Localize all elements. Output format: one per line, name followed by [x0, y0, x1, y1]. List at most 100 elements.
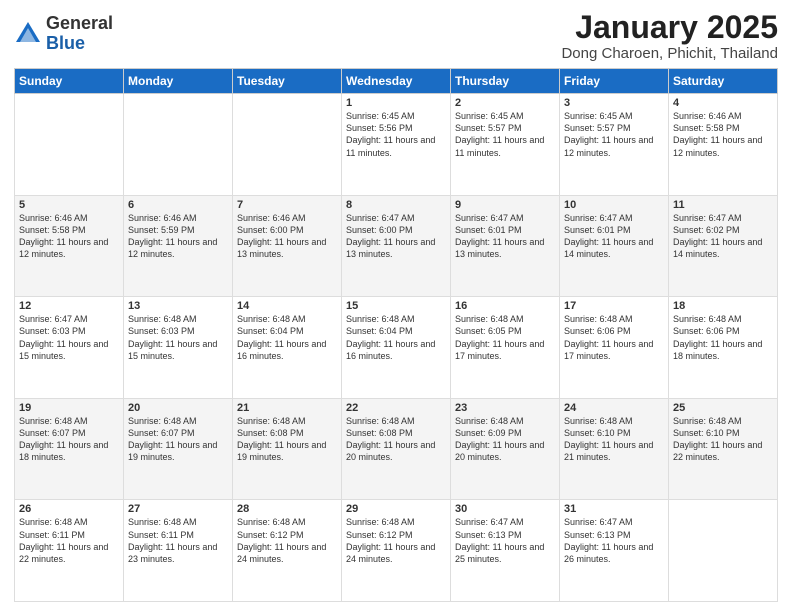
calendar-row: 12Sunrise: 6:47 AM Sunset: 6:03 PM Dayli… [15, 297, 778, 399]
calendar-cell: 17Sunrise: 6:48 AM Sunset: 6:06 PM Dayli… [560, 297, 669, 399]
calendar-cell: 21Sunrise: 6:48 AM Sunset: 6:08 PM Dayli… [233, 398, 342, 500]
day-info: Sunrise: 6:48 AM Sunset: 6:12 PM Dayligh… [237, 516, 337, 565]
day-info: Sunrise: 6:47 AM Sunset: 6:02 PM Dayligh… [673, 212, 773, 261]
day-info: Sunrise: 6:48 AM Sunset: 6:11 PM Dayligh… [19, 516, 119, 565]
calendar-cell: 6Sunrise: 6:46 AM Sunset: 5:59 PM Daylig… [124, 195, 233, 297]
col-monday: Monday [124, 69, 233, 94]
day-info: Sunrise: 6:48 AM Sunset: 6:08 PM Dayligh… [237, 415, 337, 464]
calendar-cell: 18Sunrise: 6:48 AM Sunset: 6:06 PM Dayli… [669, 297, 778, 399]
day-info: Sunrise: 6:48 AM Sunset: 6:04 PM Dayligh… [346, 313, 446, 362]
col-friday: Friday [560, 69, 669, 94]
day-info: Sunrise: 6:48 AM Sunset: 6:05 PM Dayligh… [455, 313, 555, 362]
day-number: 23 [455, 402, 555, 414]
day-info: Sunrise: 6:47 AM Sunset: 6:03 PM Dayligh… [19, 313, 119, 362]
logo-icon [14, 20, 42, 48]
day-info: Sunrise: 6:47 AM Sunset: 6:01 PM Dayligh… [564, 212, 664, 261]
day-info: Sunrise: 6:48 AM Sunset: 6:11 PM Dayligh… [128, 516, 228, 565]
day-number: 19 [19, 402, 119, 414]
day-info: Sunrise: 6:48 AM Sunset: 6:04 PM Dayligh… [237, 313, 337, 362]
day-info: Sunrise: 6:45 AM Sunset: 5:57 PM Dayligh… [455, 110, 555, 159]
day-info: Sunrise: 6:47 AM Sunset: 6:13 PM Dayligh… [564, 516, 664, 565]
day-number: 29 [346, 503, 446, 515]
calendar-row: 1Sunrise: 6:45 AM Sunset: 5:56 PM Daylig… [15, 94, 778, 196]
calendar-cell: 28Sunrise: 6:48 AM Sunset: 6:12 PM Dayli… [233, 500, 342, 602]
col-wednesday: Wednesday [342, 69, 451, 94]
logo: General Blue [14, 14, 113, 54]
col-sunday: Sunday [15, 69, 124, 94]
calendar-cell: 10Sunrise: 6:47 AM Sunset: 6:01 PM Dayli… [560, 195, 669, 297]
col-saturday: Saturday [669, 69, 778, 94]
day-number: 25 [673, 402, 773, 414]
day-number: 17 [564, 300, 664, 312]
calendar-cell: 7Sunrise: 6:46 AM Sunset: 6:00 PM Daylig… [233, 195, 342, 297]
calendar-cell [233, 94, 342, 196]
day-number: 8 [346, 199, 446, 211]
day-number: 15 [346, 300, 446, 312]
day-info: Sunrise: 6:46 AM Sunset: 5:59 PM Dayligh… [128, 212, 228, 261]
calendar-cell: 12Sunrise: 6:47 AM Sunset: 6:03 PM Dayli… [15, 297, 124, 399]
day-number: 22 [346, 402, 446, 414]
logo-blue: Blue [46, 34, 113, 54]
calendar-cell: 26Sunrise: 6:48 AM Sunset: 6:11 PM Dayli… [15, 500, 124, 602]
calendar-row: 19Sunrise: 6:48 AM Sunset: 6:07 PM Dayli… [15, 398, 778, 500]
col-tuesday: Tuesday [233, 69, 342, 94]
day-info: Sunrise: 6:47 AM Sunset: 6:13 PM Dayligh… [455, 516, 555, 565]
day-info: Sunrise: 6:48 AM Sunset: 6:08 PM Dayligh… [346, 415, 446, 464]
calendar-title: January 2025 [561, 10, 778, 45]
day-number: 31 [564, 503, 664, 515]
calendar-cell: 16Sunrise: 6:48 AM Sunset: 6:05 PM Dayli… [451, 297, 560, 399]
page: General Blue January 2025 Dong Charoen, … [0, 0, 792, 612]
calendar-cell: 27Sunrise: 6:48 AM Sunset: 6:11 PM Dayli… [124, 500, 233, 602]
calendar-cell: 11Sunrise: 6:47 AM Sunset: 6:02 PM Dayli… [669, 195, 778, 297]
day-number: 12 [19, 300, 119, 312]
day-number: 20 [128, 402, 228, 414]
day-number: 1 [346, 97, 446, 109]
calendar-cell: 4Sunrise: 6:46 AM Sunset: 5:58 PM Daylig… [669, 94, 778, 196]
calendar-cell: 24Sunrise: 6:48 AM Sunset: 6:10 PM Dayli… [560, 398, 669, 500]
day-info: Sunrise: 6:48 AM Sunset: 6:03 PM Dayligh… [128, 313, 228, 362]
calendar-cell: 23Sunrise: 6:48 AM Sunset: 6:09 PM Dayli… [451, 398, 560, 500]
day-number: 30 [455, 503, 555, 515]
calendar-cell: 25Sunrise: 6:48 AM Sunset: 6:10 PM Dayli… [669, 398, 778, 500]
day-number: 16 [455, 300, 555, 312]
calendar-cell: 13Sunrise: 6:48 AM Sunset: 6:03 PM Dayli… [124, 297, 233, 399]
calendar-cell: 8Sunrise: 6:47 AM Sunset: 6:00 PM Daylig… [342, 195, 451, 297]
day-number: 6 [128, 199, 228, 211]
calendar-cell: 2Sunrise: 6:45 AM Sunset: 5:57 PM Daylig… [451, 94, 560, 196]
day-number: 4 [673, 97, 773, 109]
calendar-cell: 30Sunrise: 6:47 AM Sunset: 6:13 PM Dayli… [451, 500, 560, 602]
calendar-cell: 1Sunrise: 6:45 AM Sunset: 5:56 PM Daylig… [342, 94, 451, 196]
calendar-row: 5Sunrise: 6:46 AM Sunset: 5:58 PM Daylig… [15, 195, 778, 297]
calendar-cell: 31Sunrise: 6:47 AM Sunset: 6:13 PM Dayli… [560, 500, 669, 602]
calendar-cell: 9Sunrise: 6:47 AM Sunset: 6:01 PM Daylig… [451, 195, 560, 297]
calendar-cell: 14Sunrise: 6:48 AM Sunset: 6:04 PM Dayli… [233, 297, 342, 399]
col-thursday: Thursday [451, 69, 560, 94]
calendar-cell [15, 94, 124, 196]
day-number: 5 [19, 199, 119, 211]
calendar-cell: 29Sunrise: 6:48 AM Sunset: 6:12 PM Dayli… [342, 500, 451, 602]
day-number: 18 [673, 300, 773, 312]
header: General Blue January 2025 Dong Charoen, … [14, 10, 778, 62]
day-number: 14 [237, 300, 337, 312]
calendar-cell: 22Sunrise: 6:48 AM Sunset: 6:08 PM Dayli… [342, 398, 451, 500]
day-info: Sunrise: 6:47 AM Sunset: 6:01 PM Dayligh… [455, 212, 555, 261]
day-info: Sunrise: 6:46 AM Sunset: 6:00 PM Dayligh… [237, 212, 337, 261]
calendar-row: 26Sunrise: 6:48 AM Sunset: 6:11 PM Dayli… [15, 500, 778, 602]
day-number: 9 [455, 199, 555, 211]
day-info: Sunrise: 6:47 AM Sunset: 6:00 PM Dayligh… [346, 212, 446, 261]
calendar-cell [124, 94, 233, 196]
calendar-cell: 20Sunrise: 6:48 AM Sunset: 6:07 PM Dayli… [124, 398, 233, 500]
day-info: Sunrise: 6:48 AM Sunset: 6:06 PM Dayligh… [564, 313, 664, 362]
header-row: Sunday Monday Tuesday Wednesday Thursday… [15, 69, 778, 94]
calendar-table: Sunday Monday Tuesday Wednesday Thursday… [14, 68, 778, 602]
day-info: Sunrise: 6:48 AM Sunset: 6:10 PM Dayligh… [673, 415, 773, 464]
day-number: 26 [19, 503, 119, 515]
day-info: Sunrise: 6:45 AM Sunset: 5:57 PM Dayligh… [564, 110, 664, 159]
day-number: 21 [237, 402, 337, 414]
calendar-cell: 15Sunrise: 6:48 AM Sunset: 6:04 PM Dayli… [342, 297, 451, 399]
title-block: January 2025 Dong Charoen, Phichit, Thai… [561, 10, 778, 62]
day-info: Sunrise: 6:45 AM Sunset: 5:56 PM Dayligh… [346, 110, 446, 159]
day-number: 27 [128, 503, 228, 515]
calendar-body: 1Sunrise: 6:45 AM Sunset: 5:56 PM Daylig… [15, 94, 778, 602]
day-info: Sunrise: 6:48 AM Sunset: 6:10 PM Dayligh… [564, 415, 664, 464]
